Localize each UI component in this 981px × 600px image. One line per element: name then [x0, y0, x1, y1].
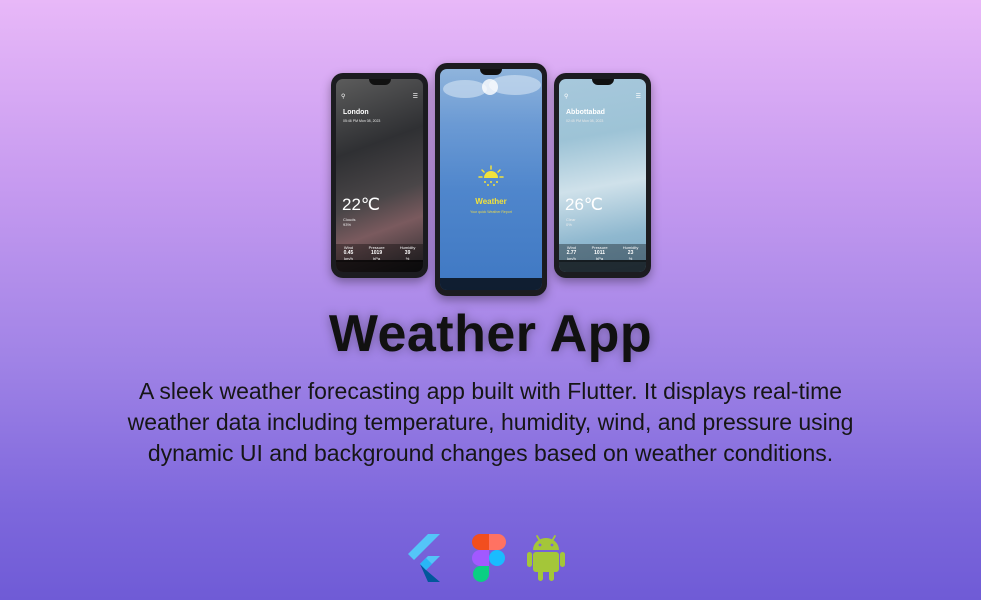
project-description: A sleek weather forecasting app built wi…: [127, 378, 854, 466]
stat-pressure: Pressure 1011 hPa: [592, 245, 608, 261]
phone-notch: [368, 79, 391, 85]
flutter-icon: [408, 534, 440, 582]
android-icon: [527, 535, 565, 581]
sun-icon: [478, 165, 504, 186]
phone-notch: [480, 69, 502, 75]
condition-sub: 93%: [343, 222, 352, 227]
city-name: London: [343, 109, 369, 116]
date-text: 05:46 PM Mon 08, 2023: [343, 119, 381, 123]
weather-condition: Clouds 93%: [343, 217, 355, 227]
splash-tagline: Your quick Weather Report: [470, 210, 512, 214]
page-title: Weather App: [328, 305, 653, 363]
condition-sub: 0%: [566, 222, 572, 227]
search-icon: ⚲: [564, 94, 569, 100]
splash-app-name: Weather: [475, 197, 507, 206]
temperature: 26℃: [565, 195, 604, 214]
figma-icon: [472, 534, 506, 582]
city-name: Abbottabad: [566, 109, 605, 116]
phone-splash: Weather Your quick Weather Report: [435, 63, 547, 296]
phone-abbottabad: ⚲ ☰ Abbottabad 02:45 PM Mon 08, 2023 26℃…: [554, 73, 651, 278]
menu-icon: ☰: [412, 94, 418, 100]
phone-screen: Weather Your quick Weather Report: [440, 69, 542, 290]
weather-condition: Clear 0%: [566, 217, 576, 227]
search-icon: ⚲: [341, 94, 346, 100]
phone-mockups: ⚲ ☰ London 05:46 PM Mon 08, 2023 22℃ Clo…: [0, 0, 981, 300]
temperature: 22℃: [342, 195, 381, 214]
stat-humidity: Humidity 23%: [623, 245, 639, 261]
phone-screen: ⚲ ☰ Abbottabad 02:45 PM Mon 08, 2023 26℃…: [559, 79, 646, 272]
phone-screen: ⚲ ☰ London 05:46 PM Mon 08, 2023 22℃ Clo…: [336, 79, 423, 272]
date-text: 02:45 PM Mon 08, 2023: [566, 119, 604, 123]
stat-wind: Wind 0.45 km/h: [344, 245, 354, 261]
stat-pressure: Pressure 1019 hPa: [369, 245, 385, 261]
menu-icon: ☰: [635, 94, 641, 100]
nav-bar: [440, 278, 542, 290]
sky-clouds: [443, 75, 541, 98]
stat-humidity: Humidity 39%: [400, 245, 416, 261]
nav-bar: [559, 260, 646, 272]
nav-bar: [336, 260, 423, 272]
phone-notch: [591, 79, 614, 85]
stat-wind: Wind 2.77 km/h: [567, 245, 577, 261]
phone-london: ⚲ ☰ London 05:46 PM Mon 08, 2023 22℃ Clo…: [331, 73, 428, 278]
tech-stack-icons: [0, 534, 981, 584]
